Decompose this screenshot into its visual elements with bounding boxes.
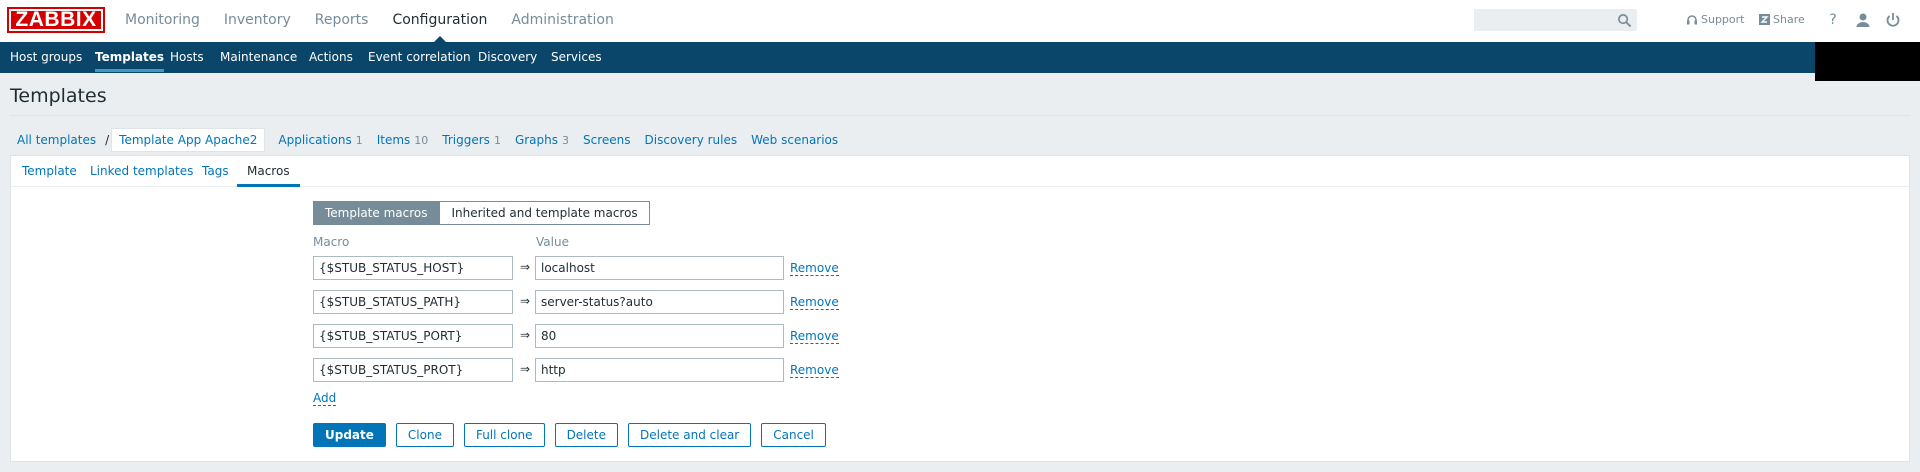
link-label: Graphs [514, 132, 558, 147]
macro-mode-toggle: Template macros Inherited and template m… [313, 201, 650, 225]
nav-maintenance[interactable]: Maintenance [220, 42, 297, 72]
delete-and-clear-button[interactable]: Delete and clear [628, 423, 752, 447]
top-menu-monitoring[interactable]: Monitoring [113, 0, 212, 42]
tab-tags[interactable]: Tags [202, 156, 229, 186]
remove-macro-button[interactable]: Remove [790, 364, 839, 378]
top-menu: Monitoring Inventory Reports Configurati… [113, 0, 626, 43]
redacted-area [1815, 42, 1920, 81]
nav-discovery[interactable]: Discovery [478, 42, 537, 72]
count-badge: 3 [562, 133, 569, 147]
clone-button[interactable]: Clone [395, 423, 454, 447]
power-icon[interactable] [1884, 11, 1902, 29]
macro-name-input[interactable]: {$STUB_STATUS_PORT} [313, 324, 513, 348]
breadcrumb-applications[interactable]: Applications 1 [271, 129, 369, 152]
macro-value-input[interactable]: server-status?auto [535, 290, 784, 314]
delete-button[interactable]: Delete [554, 423, 618, 447]
breadcrumb: All templates / Template App Apache2 App… [10, 128, 845, 152]
macro-arrow: ⇒ [520, 260, 531, 274]
help-icon[interactable]: ? [1824, 11, 1842, 29]
top-menu-inventory[interactable]: Inventory [212, 0, 303, 42]
nav-event-correlation[interactable]: Event correlation [368, 42, 471, 72]
remove-macro-button[interactable]: Remove [790, 296, 839, 310]
breadcrumb-screens[interactable]: Screens [576, 129, 638, 151]
share-label: Share [1773, 13, 1805, 26]
template-macros-option[interactable]: Template macros [313, 201, 440, 225]
divider [10, 115, 1910, 116]
macro-arrow: ⇒ [520, 328, 531, 342]
remove-macro-button[interactable]: Remove [790, 262, 839, 276]
form-tabs: Template Linked templates Tags Macros [11, 156, 1909, 187]
support-label: Support [1701, 13, 1745, 26]
breadcrumb-web-scenarios[interactable]: Web scenarios [744, 129, 845, 151]
zabbix-logo[interactable]: ZABBIX [7, 7, 105, 33]
nav-actions[interactable]: Actions [309, 42, 353, 72]
share-link[interactable]: Share [1759, 13, 1805, 26]
macro-value-input[interactable]: localhost [535, 256, 784, 280]
remove-macro-button[interactable]: Remove [790, 330, 839, 344]
share-icon [1759, 14, 1770, 25]
headset-icon [1687, 14, 1697, 24]
breadcrumb-separator: / [105, 133, 110, 147]
sub-nav-bar: Host groups Templates Hosts Maintenance … [0, 42, 1920, 73]
template-form: Template Linked templates Tags Macros Te… [10, 155, 1910, 462]
user-profile-icon[interactable] [1854, 11, 1872, 29]
search-input[interactable] [1474, 9, 1637, 31]
update-button[interactable]: Update [313, 423, 386, 447]
breadcrumb-all-templates[interactable]: All templates [10, 129, 103, 151]
breadcrumb-discovery-rules[interactable]: Discovery rules [638, 129, 745, 151]
macro-name-input[interactable]: {$STUB_STATUS_PROT} [313, 358, 513, 382]
macro-arrow: ⇒ [520, 294, 531, 308]
breadcrumb-items[interactable]: Items 10 [370, 129, 436, 152]
top-menu-reports[interactable]: Reports [303, 0, 381, 42]
breadcrumb-triggers[interactable]: Triggers 1 [435, 129, 508, 152]
nav-hosts[interactable]: Hosts [170, 42, 204, 72]
top-menu-configuration[interactable]: Configuration [380, 0, 499, 43]
link-label: Triggers [442, 132, 490, 147]
macro-value-input[interactable]: http [535, 358, 784, 382]
link-label: Items [376, 132, 411, 147]
nav-host-groups[interactable]: Host groups [10, 42, 82, 72]
tab-linked-templates[interactable]: Linked templates [90, 156, 193, 186]
macro-arrow: ⇒ [520, 362, 531, 376]
link-label: Applications [278, 132, 352, 147]
page-title: Templates [10, 85, 107, 107]
macro-column-label: Macro [313, 235, 350, 249]
count-badge: 10 [414, 133, 429, 147]
full-clone-button[interactable]: Full clone [463, 423, 545, 447]
macro-value-input[interactable]: 80 [535, 324, 784, 348]
top-bar: ZABBIX Monitoring Inventory Reports Conf… [0, 0, 1920, 43]
count-badge: 1 [493, 133, 501, 147]
search-icon[interactable] [1617, 13, 1632, 28]
tab-macros[interactable]: Macros [237, 156, 300, 187]
cancel-button[interactable]: Cancel [761, 423, 826, 447]
macro-name-input[interactable]: {$STUB_STATUS_PATH} [313, 290, 513, 314]
top-menu-administration[interactable]: Administration [499, 0, 625, 42]
nav-templates[interactable]: Templates [95, 42, 165, 72]
form-buttons: Update Clone Full clone Delete Delete an… [313, 423, 836, 447]
count-badge: 1 [355, 133, 363, 147]
nav-services[interactable]: Services [551, 42, 602, 72]
breadcrumb-graphs[interactable]: Graphs 3 [508, 129, 576, 152]
add-macro-button[interactable]: Add [313, 392, 337, 406]
value-column-label: Value [536, 235, 569, 249]
support-link[interactable]: Support [1686, 13, 1744, 26]
tab-template[interactable]: Template [22, 156, 77, 186]
inherited-macros-option[interactable]: Inherited and template macros [439, 201, 650, 225]
breadcrumb-current-template[interactable]: Template App Apache2 [111, 128, 266, 152]
macro-name-input[interactable]: {$STUB_STATUS_HOST} [313, 256, 513, 280]
